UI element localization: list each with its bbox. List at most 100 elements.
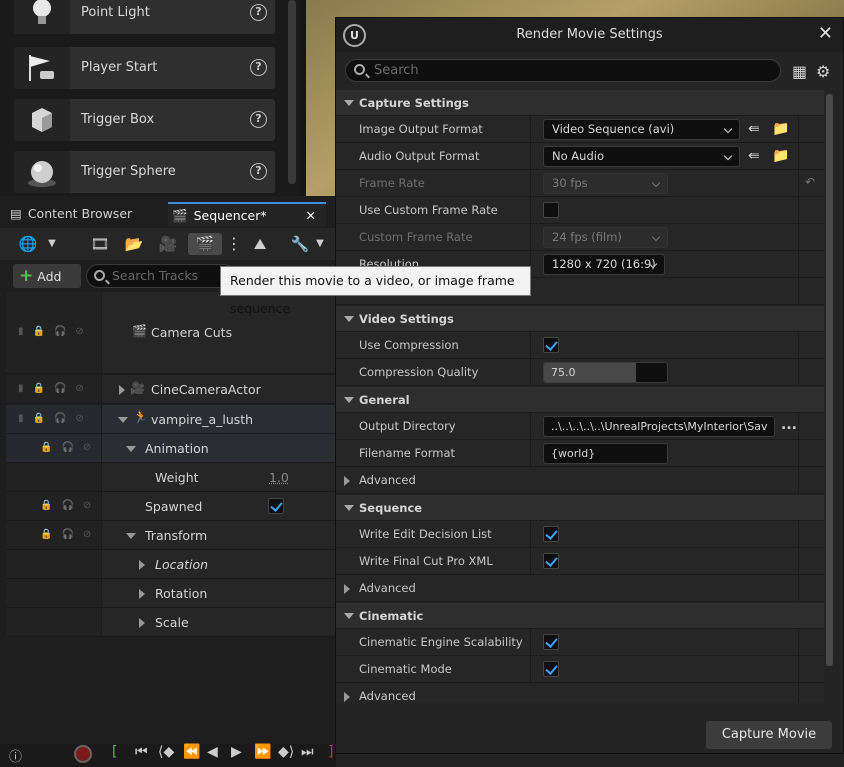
column-divider[interactable] — [530, 116, 531, 143]
prev-key-icon[interactable]: ⟨◆ — [158, 744, 174, 760]
jump-end-icon[interactable]: ⏭ — [301, 744, 314, 760]
weight-value[interactable]: 1.0 — [269, 470, 289, 485]
range-end-icon[interactable]: ] — [328, 744, 333, 760]
column-divider[interactable] — [530, 143, 531, 170]
more-options-icon[interactable]: ⋮ — [222, 233, 246, 255]
category-general[interactable]: General — [336, 387, 824, 413]
close-icon[interactable]: ✕ — [818, 18, 833, 50]
curve-editor-icon[interactable]: ⛰ — [248, 233, 272, 255]
track-location[interactable]: Location — [6, 550, 336, 579]
column-divider[interactable] — [530, 413, 531, 440]
engine-scalability-checkbox[interactable] — [543, 634, 559, 650]
image-output-format-select[interactable]: Video Sequence (avi) — [543, 119, 740, 140]
track-cinecamera[interactable]: ▮🔒🎧⊘ 🎥 CineCameraActor — [6, 375, 336, 404]
output-directory-input[interactable]: ..\..\..\..\..\UnrealProjects\MyInterior… — [543, 416, 775, 437]
track-lock-icons[interactable]: ▮🔒🎧⊘ — [18, 383, 93, 394]
column-divider[interactable] — [530, 521, 531, 548]
render-movie-button[interactable]: 🎬 — [188, 233, 222, 255]
collapse-icon[interactable] — [126, 446, 136, 452]
place-item-point-light[interactable]: Point Light ? — [14, 0, 275, 34]
column-divider[interactable] — [530, 359, 531, 386]
reset-arrow-icon[interactable]: ⇚ — [748, 121, 760, 137]
expand-icon[interactable] — [139, 560, 145, 570]
record-icon[interactable] — [74, 745, 92, 763]
browse-folder-icon[interactable]: 📁 — [772, 121, 789, 137]
close-tab-icon[interactable]: ✕ — [306, 204, 316, 228]
play-icon[interactable]: ▶ — [231, 744, 242, 760]
track-animation[interactable]: 🔒🎧⊘ Animation — [6, 434, 336, 463]
chevron-down-icon[interactable]: ▼ — [308, 233, 332, 255]
reset-arrow-icon[interactable]: ⇚ — [748, 148, 760, 164]
place-item-trigger-sphere[interactable]: Trigger Sphere ? — [14, 151, 275, 193]
row-advanced-cinematic[interactable]: Advanced — [336, 683, 824, 702]
category-capture-settings[interactable]: Capture Settings — [336, 90, 824, 116]
help-icon[interactable]: ? — [250, 111, 267, 128]
collapse-icon[interactable] — [126, 533, 136, 539]
tab-content-browser[interactable]: ▤ Content Browser — [8, 202, 166, 226]
compression-quality-slider[interactable]: 75.0 — [543, 362, 668, 383]
camera-icon[interactable]: 🎥 — [156, 233, 180, 255]
reset-to-default-icon[interactable]: ↶ — [805, 175, 815, 189]
browse-ellipsis-button[interactable]: ... — [781, 417, 797, 433]
frame-rate-select[interactable]: 30 fps — [543, 173, 668, 194]
place-item-trigger-box[interactable]: Trigger Box ? — [14, 99, 275, 141]
category-cinematic[interactable]: Cinematic — [336, 603, 824, 629]
use-custom-frame-rate-checkbox[interactable] — [543, 202, 559, 218]
track-lock-icons[interactable]: ▮🔒🎧⊘ — [18, 326, 93, 337]
world-icon[interactable]: 🌐 — [16, 233, 40, 255]
expand-icon[interactable] — [139, 589, 145, 599]
expand-icon[interactable] — [139, 618, 145, 628]
track-scale[interactable]: Scale — [6, 608, 336, 637]
chevron-down-icon[interactable]: ▼ — [40, 233, 64, 255]
column-divider[interactable] — [530, 197, 531, 224]
collapse-icon[interactable] — [118, 417, 128, 423]
resolution-select[interactable]: 1280 x 720 (16:9) — [543, 254, 665, 275]
filename-format-input[interactable]: {world} — [543, 443, 668, 464]
track-lock-icons[interactable]: 🔒🎧⊘ — [40, 529, 100, 540]
custom-frame-rate-select[interactable]: 24 fps (film) — [543, 227, 668, 248]
column-divider[interactable] — [530, 548, 531, 575]
tab-sequencer[interactable]: 🎬 Sequencer* ✕ — [168, 202, 326, 226]
track-lock-icons[interactable]: 🔒🎧⊘ — [40, 442, 100, 453]
column-divider[interactable] — [530, 656, 531, 683]
details-scrollbar[interactable] — [826, 94, 833, 666]
write-fcp-checkbox[interactable] — [543, 553, 559, 569]
step-back-icon[interactable]: ⏪ — [183, 744, 200, 760]
column-divider[interactable] — [530, 332, 531, 359]
column-divider[interactable] — [530, 170, 531, 197]
add-track-button[interactable]: + Add — [13, 264, 81, 288]
category-video-settings[interactable]: Video Settings — [336, 306, 824, 332]
row-advanced-sequence[interactable]: Advanced — [336, 575, 824, 602]
clapper-sparkle-icon[interactable]: 🎞 — [88, 233, 112, 255]
use-compression-checkbox[interactable] — [543, 337, 559, 353]
row-advanced-general[interactable]: Advanced — [336, 467, 824, 494]
gear-icon[interactable]: ⚙ — [816, 62, 830, 81]
range-start-icon[interactable]: [ — [112, 744, 117, 760]
table-view-icon[interactable]: ▦ — [792, 62, 807, 81]
column-divider[interactable] — [530, 629, 531, 656]
jump-start-icon[interactable]: ⏮ — [135, 744, 148, 760]
reverse-play-icon[interactable]: ◀ — [207, 744, 218, 760]
expand-icon[interactable] — [119, 385, 125, 395]
dialog-title-bar[interactable]: U Render Movie Settings ✕ — [336, 18, 843, 52]
category-sequence[interactable]: Sequence — [336, 495, 824, 521]
track-vampire[interactable]: ▮🔒🎧⊘ 🏃 vampire_a_lusth — [6, 405, 336, 434]
track-weight[interactable]: Weight 1.0 — [6, 463, 336, 492]
details-search-input[interactable]: Search — [345, 59, 781, 82]
column-divider[interactable] — [530, 440, 531, 467]
cinematic-mode-checkbox[interactable] — [543, 661, 559, 677]
spawned-checkbox[interactable] — [268, 498, 284, 514]
help-icon[interactable]: ? — [250, 163, 267, 180]
write-edl-checkbox[interactable] — [543, 526, 559, 542]
find-sequence-icon[interactable]: 📂 — [122, 233, 146, 255]
track-spawned[interactable]: 🔒🎧⊘ Spawned — [6, 492, 336, 521]
help-icon[interactable]: ? — [250, 4, 267, 21]
capture-movie-button[interactable]: Capture Movie — [706, 721, 832, 749]
track-transform[interactable]: 🔒🎧⊘ Transform — [6, 521, 336, 550]
track-lock-icons[interactable]: 🔒🎧⊘ — [40, 500, 100, 511]
place-actors-scrollbar[interactable] — [288, 0, 296, 184]
place-item-player-start[interactable]: Player Start ? — [14, 47, 275, 89]
next-key-icon[interactable]: ◆⟩ — [278, 744, 294, 760]
track-lock-icons[interactable]: ▮🔒🎧⊘ — [18, 413, 93, 424]
audio-output-format-select[interactable]: No Audio — [543, 146, 740, 167]
